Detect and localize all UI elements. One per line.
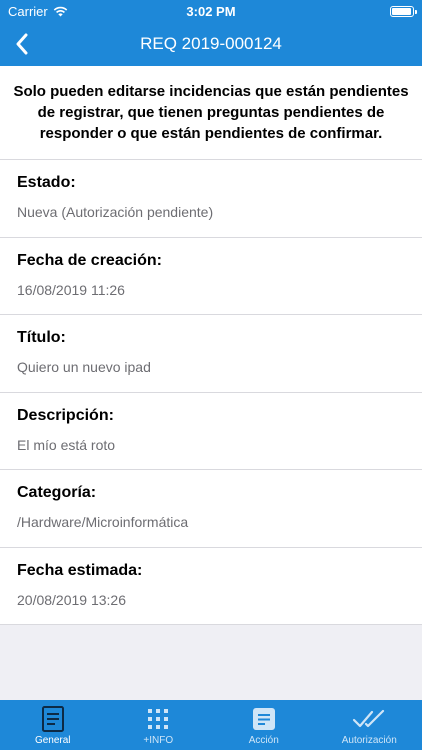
detail-list: Estado: Nueva (Autorización pendiente) F… [0,160,422,625]
note-icon [252,706,276,732]
field-value: Quiero un nuevo ipad [17,359,151,375]
field-estado: Estado: Nueva (Autorización pendiente) [0,160,422,238]
tab-general[interactable]: General [0,700,106,750]
tab-bar: General +INFO Acción Autorización [0,700,422,750]
field-value: Nueva (Autorización pendiente) [17,204,214,220]
tab-label: +INFO [143,735,174,746]
back-button[interactable] [6,28,38,60]
field-label: Categoría: [17,484,97,501]
field-descripcion: Descripción: El mío está roto [0,393,422,470]
field-label: Título: [17,329,66,346]
field-titulo: Título: Quiero un nuevo ipad [0,315,422,393]
field-label: Fecha de creación: [17,251,162,269]
field-label: Fecha estimada: [17,561,143,579]
field-fecha-creacion: Fecha de creación: 16/08/2019 11:26 [0,238,422,315]
tab-label: General [34,735,71,746]
field-value: 20/08/2019 13:26 [17,591,126,608]
tab-info[interactable]: +INFO [106,700,212,750]
battery-icon [390,6,417,17]
document-icon [41,706,65,732]
page-title: REQ 2019-000124 [140,34,282,53]
navigation-bar: REQ 2019-000124 [0,22,422,66]
app-header: Carrier 3:02 PM REQ 2019-000124 [0,0,422,66]
status-bar: Carrier 3:02 PM [0,0,422,22]
tab-label: Autorización [341,735,397,746]
field-label: Descripción: [17,406,114,424]
chevron-left-icon [16,33,28,55]
grid-icon [147,706,169,732]
field-label: Estado: [17,174,76,191]
double-check-icon [352,706,386,732]
edit-notice: Solo pueden editarse incidencias que est… [0,66,422,160]
tab-autorizacion[interactable]: Autorización [317,700,422,750]
field-value: El mío está roto [17,436,116,453]
status-time: 3:02 PM [186,4,236,19]
field-fecha-estimada: Fecha estimada: 20/08/2019 13:26 [0,548,422,625]
field-value: /Hardware/Microinformática [17,514,189,530]
field-value: 16/08/2019 11:26 [17,281,125,298]
tab-label: Acción [248,735,279,746]
field-categoria: Categoría: /Hardware/Microinformática [0,470,422,548]
tab-accion[interactable]: Acción [211,700,317,750]
